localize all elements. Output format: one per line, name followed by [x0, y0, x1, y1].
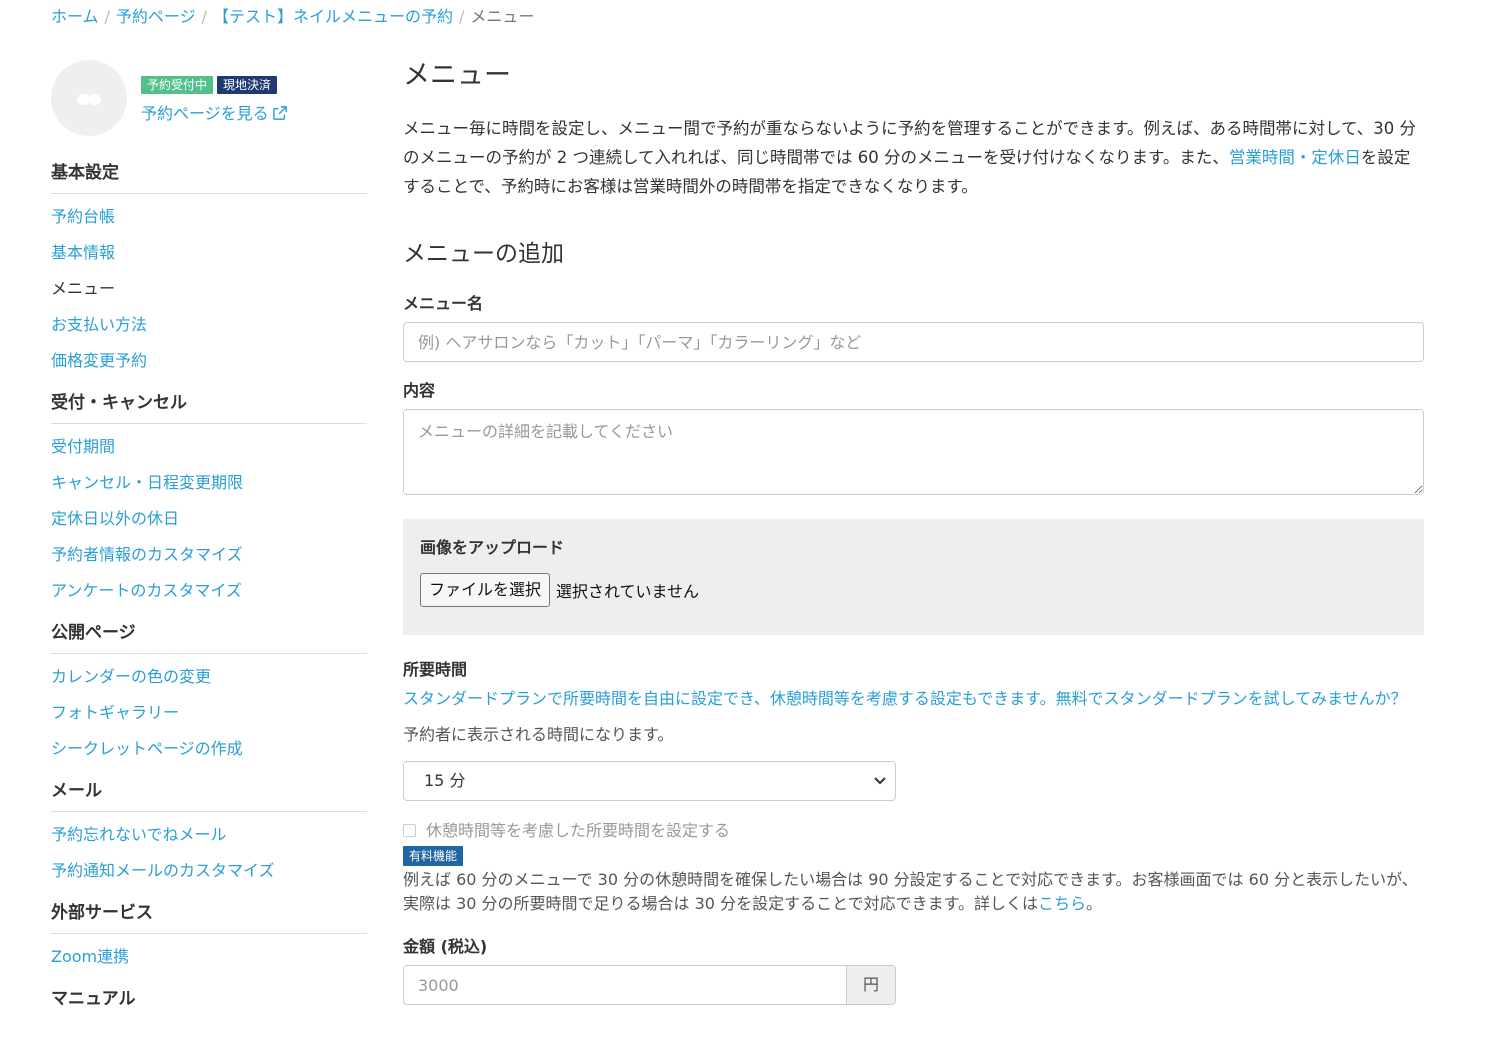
sidebar-item-basic-info[interactable]: 基本情報 [51, 242, 367, 278]
duration-select-value: 15 分 [424, 771, 466, 790]
breadcrumb-reservation-page[interactable]: 予約ページ [116, 7, 196, 26]
nav-section-reception: 受付・キャンセル 受付期間 キャンセル・日程変更期限 定休日以外の休日 予約者情… [51, 388, 367, 616]
profile: 予約受付中 現地決済 予約ページを見る [51, 58, 367, 138]
sidebar-item-notification-mail[interactable]: 予約通知メールのカスタマイズ [51, 860, 367, 896]
sidebar-item-reservation-ledger[interactable]: 予約台帳 [51, 206, 367, 242]
details-link[interactable]: こちら [1038, 894, 1086, 913]
chevron-down-icon [874, 777, 886, 785]
nav-section-external: 外部サービス Zoom連携 [51, 898, 367, 982]
break-time-help-text: 。 [1086, 894, 1103, 913]
sidebar-item-zoom[interactable]: Zoom連携 [51, 946, 367, 982]
nav-section-mail: メール 予約忘れないでねメール 予約通知メールのカスタマイズ [51, 776, 367, 896]
sidebar-item-menu[interactable]: メニュー [51, 278, 367, 314]
sidebar: 予約受付中 現地決済 予約ページを見る 基本設定 予約台帳 基本情報 メニュー お… [51, 58, 367, 1031]
sidebar-item-reminder-mail[interactable]: 予約忘れないでねメール [51, 824, 367, 860]
nav-header-public-page: 公開ページ [51, 618, 367, 654]
sidebar-item-calendar-color[interactable]: カレンダーの色の変更 [51, 666, 367, 702]
page-description: メニュー毎に時間を設定し、メニュー間で予約が重ならないように予約を管理することが… [403, 114, 1424, 201]
break-time-help-text: 例えば 60 分のメニューで 30 分の休憩時間を確保したい場合は 90 分設定… [403, 870, 1418, 913]
file-status: 選択されていません [556, 582, 700, 601]
paid-feature-badge: 有料機能 [403, 846, 464, 866]
standard-plan-link[interactable]: スタンダードプランで所要時間を自由に設定でき、休憩時間等を考慮する設定もできます… [403, 687, 1424, 711]
sidebar-item-survey-customize[interactable]: アンケートのカスタマイズ [51, 580, 367, 616]
status-badges: 予約受付中 現地決済 [141, 74, 281, 94]
breadcrumb-nail-menu[interactable]: 【テスト】ネイルメニューの予約 [213, 7, 453, 26]
breadcrumb-separator: / [201, 7, 207, 26]
duration-note: 予約者に表示される時間になります。 [403, 725, 674, 744]
nav-header-manual: マニュアル [51, 989, 136, 1009]
sidebar-item-booker-info-customize[interactable]: 予約者情報のカスタマイズ [51, 544, 367, 580]
breadcrumb-separator: / [459, 7, 465, 26]
image-upload-label: 画像をアップロード [420, 538, 565, 557]
price-unit: 円 [847, 965, 896, 1005]
nav-section-public-page: 公開ページ カレンダーの色の変更 フォトギャラリー シークレットページの作成 [51, 618, 367, 774]
duration-label: 所要時間 [403, 660, 468, 679]
add-menu-title: メニューの追加 [403, 241, 564, 267]
break-time-option: 休憩時間等を考慮した所要時間を設定する [403, 820, 1424, 842]
content-label: 内容 [403, 381, 436, 400]
view-reservation-page-label: 予約ページを見る [141, 104, 269, 123]
breadcrumb-home[interactable]: ホーム [51, 7, 99, 26]
break-time-help: 例えば 60 分のメニューで 30 分の休憩時間を確保したい場合は 90 分設定… [403, 868, 1424, 916]
content-textarea[interactable] [403, 409, 1424, 495]
sidebar-item-payment-method[interactable]: お支払い方法 [51, 314, 367, 350]
price-input[interactable] [403, 965, 847, 1005]
sidebar-item-holidays[interactable]: 定休日以外の休日 [51, 508, 367, 544]
nav-header-mail: メール [51, 776, 367, 812]
sidebar-item-cancel-deadline[interactable]: キャンセル・日程変更期限 [51, 472, 367, 508]
nav-header-basic: 基本設定 [51, 158, 367, 194]
page-title: メニュー [403, 60, 511, 91]
menu-name-label: メニュー名 [403, 294, 484, 313]
menu-name-input[interactable] [403, 322, 1424, 362]
avatar [51, 60, 127, 136]
price-label: 金額 (税込) [403, 937, 488, 956]
breadcrumb: ホーム / 予約ページ / 【テスト】ネイルメニューの予約 / メニュー [51, 6, 534, 28]
external-link-icon [272, 106, 287, 120]
nav-header-reception: 受付・キャンセル [51, 388, 367, 424]
main-content: メニュー メニュー毎に時間を設定し、メニュー間で予約が重ならないように予約を管理… [403, 58, 1424, 1005]
status-badge-onsite-payment: 現地決済 [217, 76, 278, 94]
sidebar-item-secret-page[interactable]: シークレットページの作成 [51, 738, 367, 774]
choose-file-button[interactable]: ファイルを選択 [420, 573, 551, 607]
sidebar-item-reception-period[interactable]: 受付期間 [51, 436, 367, 472]
nav-section-manual: マニュアル [51, 984, 367, 1019]
view-reservation-page-link[interactable]: 予約ページを見る [141, 100, 287, 124]
price-input-group: 円 [403, 965, 896, 1005]
break-time-checkbox-label: 休憩時間等を考慮した所要時間を設定する [426, 821, 731, 840]
status-badge-accepting: 予約受付中 [141, 76, 214, 94]
duration-select[interactable]: 15 分 [403, 761, 896, 801]
business-hours-link[interactable]: 営業時間・定休日 [1229, 148, 1361, 167]
breadcrumb-separator: / [104, 7, 110, 26]
nav-header-external: 外部サービス [51, 898, 367, 934]
breadcrumb-current: メニュー [470, 7, 535, 26]
image-upload-panel: 画像をアップロード ファイルを選択 選択されていません [403, 519, 1424, 635]
sidebar-item-photo-gallery[interactable]: フォトギャラリー [51, 702, 367, 738]
break-time-checkbox[interactable] [403, 824, 416, 837]
sidebar-item-price-change[interactable]: 価格変更予約 [51, 350, 367, 386]
nav-section-basic: 基本設定 予約台帳 基本情報 メニュー お支払い方法 価格変更予約 [51, 158, 367, 386]
avatar-dot [88, 94, 101, 105]
